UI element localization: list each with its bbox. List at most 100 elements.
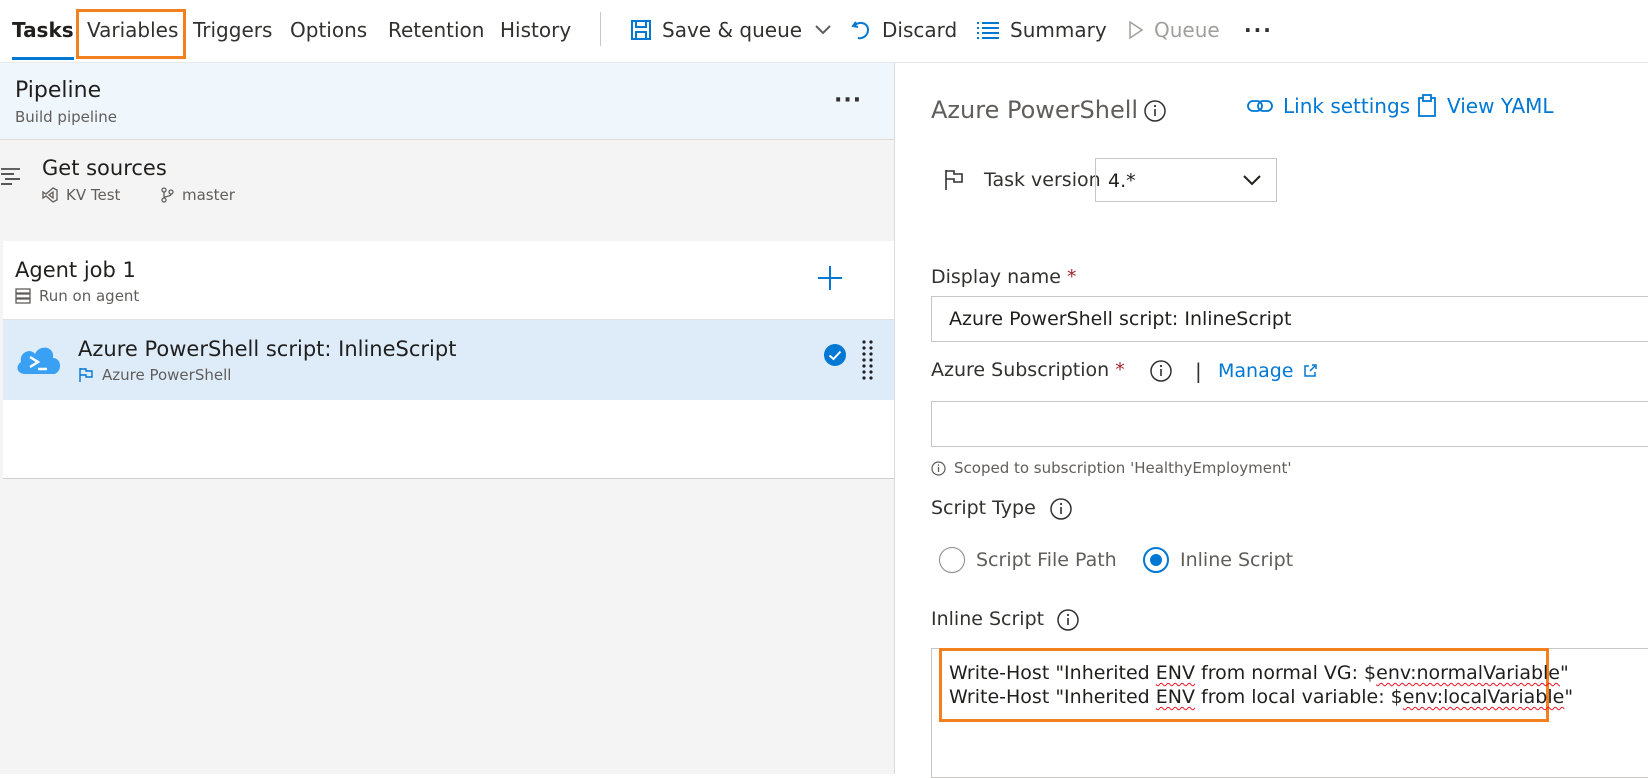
task-details-title: Azure PowerShell (931, 96, 1139, 124)
server-icon (15, 288, 31, 304)
get-sources-title: Get sources (42, 156, 167, 180)
repo-info: KV Test (42, 186, 120, 204)
task-row-azure-powershell[interactable]: Azure PowerShell script: InlineScript Az… (3, 320, 894, 400)
external-link-icon (1303, 364, 1318, 378)
info-icon (931, 460, 946, 476)
tab-history[interactable]: History (500, 0, 571, 62)
add-task-button[interactable] (815, 263, 845, 293)
pipeline-title: Pipeline (15, 78, 102, 103)
tab-retention[interactable]: Retention (388, 0, 484, 62)
azure-subscription-label-text: Azure Subscription (931, 359, 1110, 381)
radio-script-file-path[interactable]: Script File Path (939, 547, 1117, 573)
link-settings-label: Link settings (1283, 94, 1411, 118)
radio-label: Inline Script (1180, 549, 1294, 571)
view-yaml-button[interactable]: View YAML (1417, 94, 1554, 118)
display-name-input[interactable]: Azure PowerShell script: InlineScript (931, 296, 1648, 342)
play-icon (1128, 20, 1144, 40)
repo-name: KV Test (66, 186, 121, 204)
spellcheck-word: env:normalVariable (1376, 662, 1560, 684)
list-icon (976, 20, 1000, 40)
azure-powershell-icon (13, 340, 63, 378)
queue-button[interactable]: Queue (1128, 0, 1220, 60)
task-version-value: 4.* (1108, 170, 1136, 192)
info-icon[interactable] (1144, 100, 1166, 122)
code-text: Write-Host "Inherited (949, 686, 1156, 708)
enabled-check-icon[interactable] (823, 343, 847, 367)
view-yaml-label: View YAML (1447, 94, 1554, 118)
manage-link[interactable]: Manage (1218, 360, 1318, 382)
summary-label: Summary (1010, 18, 1107, 42)
scoped-subscription-note: Scoped to subscription 'HealthyEmploymen… (931, 459, 1292, 477)
visual-studio-icon (42, 187, 58, 203)
code-text: " (1560, 662, 1569, 684)
code-text: from normal VG: $ (1194, 662, 1377, 684)
get-sources-item[interactable]: Get sources KV Test master (0, 140, 894, 240)
info-icon[interactable] (1057, 609, 1079, 631)
summary-button[interactable]: Summary (976, 0, 1107, 60)
code-text: Write-Host "Inherited (949, 662, 1156, 684)
code-text: from local variable: $ (1194, 686, 1403, 708)
link-icon (1247, 98, 1273, 114)
manage-label: Manage (1218, 360, 1294, 382)
plus-icon (818, 266, 842, 290)
pipeline-header[interactable]: Pipeline Build pipeline ··· (0, 63, 894, 140)
top-toolbar: Tasks Variables Triggers Options Retenti… (0, 0, 1648, 63)
flag-icon (944, 169, 964, 191)
link-settings-button[interactable]: Link settings (1247, 94, 1410, 118)
script-line-2: Write-Host "Inherited ENV from local var… (949, 686, 1573, 708)
undo-icon (850, 18, 872, 42)
branch-name: master (182, 186, 235, 204)
radio-button[interactable] (1143, 547, 1169, 573)
task-version-select[interactable]: 4.* (1095, 158, 1277, 202)
more-actions-button[interactable]: ··· (1244, 0, 1273, 60)
drag-handle-icon[interactable] (861, 339, 875, 381)
script-highlight-box (939, 648, 1549, 722)
job-empty-area (3, 400, 894, 479)
azure-subscription-select[interactable] (931, 401, 1648, 447)
sources-icon (0, 166, 24, 188)
toolbar-divider (600, 12, 601, 46)
clipboard-icon (1417, 94, 1437, 118)
branch-icon (160, 187, 174, 203)
task-version-label: Task version (984, 169, 1101, 191)
radio-inline-script[interactable]: Inline Script (1143, 547, 1293, 573)
info-icon[interactable] (1050, 498, 1072, 520)
spellcheck-word: ENV (1155, 662, 1195, 684)
pipeline-tree-pane: Pipeline Build pipeline ··· Get sources … (0, 63, 894, 774)
discard-button[interactable]: Discard (850, 0, 957, 60)
radio-button[interactable] (939, 547, 965, 573)
inline-script-label: Inline Script (931, 608, 1045, 630)
save-and-queue-label: Save & queue (662, 18, 803, 42)
flag-icon (78, 367, 94, 383)
pipeline-subtitle: Build pipeline (15, 108, 117, 126)
scoped-note-text: Scoped to subscription 'HealthyEmploymen… (954, 459, 1292, 477)
required-mark: * (1115, 359, 1125, 381)
azure-subscription-label: Azure Subscription * (931, 359, 1125, 381)
script-line-1: Write-Host "Inherited ENV from normal VG… (949, 662, 1569, 684)
save-and-queue-button[interactable]: Save & queue (630, 0, 832, 60)
chevron-down-icon[interactable] (814, 24, 832, 36)
script-type-label: Script Type (931, 497, 1036, 519)
discard-label: Discard (882, 18, 958, 42)
chevron-down-icon (1242, 171, 1262, 189)
pipeline-more-button[interactable]: ··· (834, 88, 862, 113)
agent-job-title: Agent job 1 (15, 258, 136, 282)
variables-tab-highlight-box (76, 9, 186, 59)
branch-info: master (160, 186, 235, 204)
tab-options[interactable]: Options (290, 0, 367, 62)
save-icon (630, 19, 652, 41)
task-subtitle: Azure PowerShell (78, 366, 231, 384)
display-name-label-text: Display name (931, 266, 1061, 288)
radio-label: Script File Path (976, 549, 1117, 571)
required-mark: * (1067, 266, 1077, 288)
agent-job-item[interactable]: Agent job 1 Run on agent (3, 241, 894, 320)
tab-tasks[interactable]: Tasks (12, 0, 74, 62)
tab-triggers[interactable]: Triggers (193, 0, 272, 62)
code-text: " (1564, 686, 1574, 708)
task-details-pane: Azure PowerShell Link settings View YAML… (895, 63, 1648, 778)
info-icon[interactable] (1150, 360, 1172, 382)
agent-job-subtitle-text: Run on agent (39, 287, 140, 305)
queue-label: Queue (1154, 18, 1220, 42)
agent-job-subtitle: Run on agent (15, 287, 139, 305)
task-subtitle-text: Azure PowerShell (102, 366, 232, 384)
